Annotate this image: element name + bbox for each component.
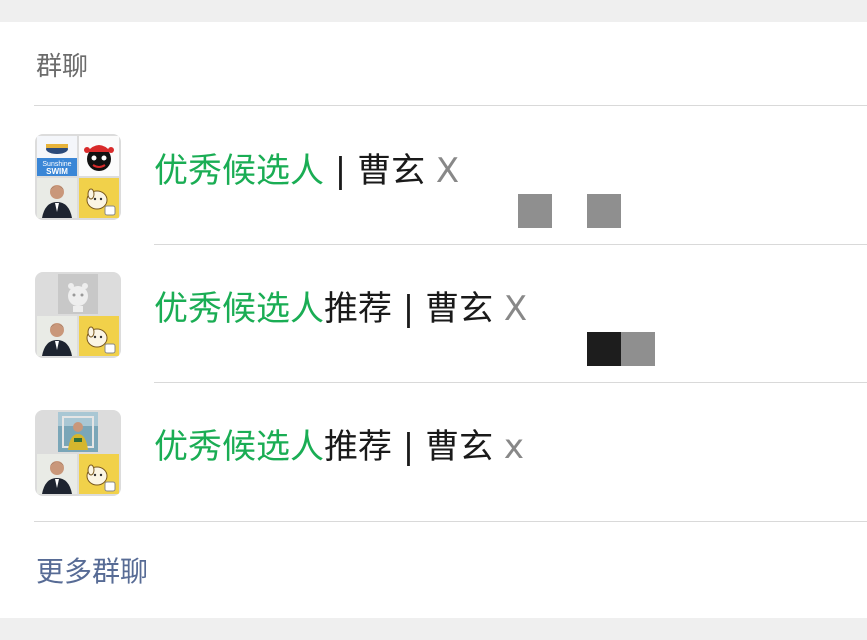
group-chat-section: 群聊 Sunshine SWIM 优秀候选人 | 曹玄 X 优秀候选人推荐 | … [0,22,867,618]
group-name-rest: 推荐 | 曹玄 [324,427,494,467]
divider [34,521,867,522]
group-name-tail: x [493,427,525,467]
person-outdoor-tile [58,412,98,452]
redaction-block [621,332,655,366]
group-avatar: Sunshine SWIM [35,134,121,220]
group-name-highlight: 优秀候选人 [154,151,324,191]
mascot-tile [79,136,119,176]
group-name: 优秀候选人推荐 | 曹玄 x [154,425,524,469]
cartoon-dog-tile [79,178,119,218]
group-name-rest: 推荐 | 曹玄 [324,289,494,329]
cartoon-dog-tile [79,454,119,494]
group-name: 优秀候选人推荐 | 曹玄 X [154,287,527,331]
more-group-chats-link[interactable]: 更多群聊 [36,554,148,590]
redaction-block [587,194,621,228]
group-name-highlight: 优秀候选人 [154,289,324,329]
group-chat-item[interactable]: 优秀候选人推荐 | 曹玄 X [0,244,867,382]
group-chat-item[interactable]: Sunshine SWIM 优秀候选人 | 曹玄 X [0,106,867,244]
group-chat-item[interactable]: 优秀候选人推荐 | 曹玄 x [0,382,867,520]
group-name: 优秀候选人 | 曹玄 X [154,149,459,193]
cartoon-dog-tile [79,316,119,356]
redaction-block [518,194,552,228]
section-title: 群聊 [36,52,89,82]
person-photo-tile [37,454,77,494]
person-photo-tile [37,316,77,356]
swim-logo-text: SWIM [46,167,68,176]
swim-logo-tile: Sunshine SWIM [37,136,77,176]
group-avatar [35,272,121,358]
group-avatar [35,410,121,496]
group-name-tail: X [425,151,460,191]
robot-avatar-tile [58,274,98,314]
group-name-highlight: 优秀候选人 [154,427,324,467]
redaction-block [587,332,621,366]
group-name-tail: X [493,289,528,329]
group-name-rest: | 曹玄 [324,151,426,191]
person-photo-tile [37,178,77,218]
